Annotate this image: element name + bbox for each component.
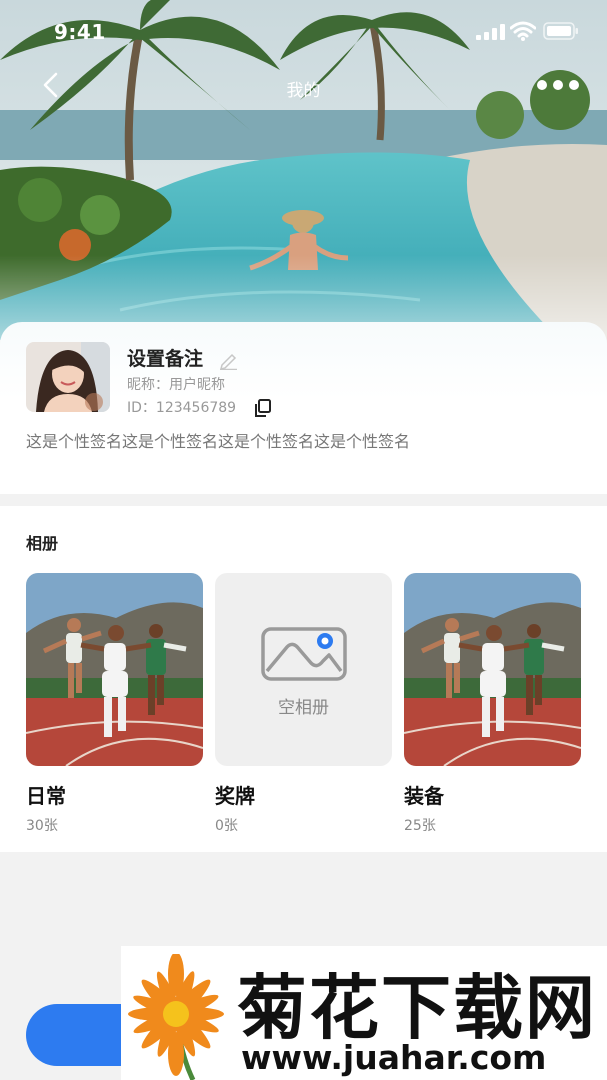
page-title: 我的 — [286, 81, 321, 101]
album-count: 0张 — [215, 818, 238, 834]
flower-logo-icon — [128, 954, 224, 1080]
album-name: 装备 — [404, 784, 444, 808]
nickname-label: 昵称： — [127, 377, 169, 393]
nickname-line: 昵称：用户昵称 — [127, 374, 225, 394]
id-label: ID： — [127, 400, 156, 416]
empty-album-label: 空相册 — [278, 698, 329, 718]
album-cover-image — [26, 573, 203, 766]
album-card-medals[interactable]: 空相册 奖牌 0张 — [215, 573, 392, 835]
empty-album-cover: 空相册 — [215, 573, 392, 766]
user-id-line: ID：123456789 — [127, 397, 273, 417]
wifi-icon — [510, 21, 536, 41]
album-count: 25张 — [404, 818, 436, 834]
watermark-url: www.juahar.com — [241, 1038, 547, 1077]
profile-card: 设置备注 昵称：用户昵称 ID：123456789 这是个性签名这是个性签名这是… — [0, 322, 607, 494]
nickname-value: 用户昵称 — [169, 377, 225, 393]
watermark-overlay: 菊花下载网 www.juahar.com — [121, 946, 607, 1080]
copy-icon[interactable] — [253, 398, 273, 418]
remark-row[interactable]: 设置备注 — [127, 344, 238, 372]
remark-label: 设置备注 — [127, 348, 204, 370]
nav-bar: 我的 — [0, 64, 607, 108]
id-value: 123456789 — [155, 400, 237, 416]
album-card-gear[interactable]: 装备 25张 — [404, 573, 581, 835]
empty-image-icon — [261, 627, 347, 681]
edit-pencil-icon[interactable] — [218, 352, 238, 370]
status-time: 9:41 — [54, 20, 106, 44]
cellular-signal-icon — [476, 24, 505, 40]
more-options-icon[interactable] — [533, 74, 583, 96]
status-bar: 9:41 — [0, 0, 607, 60]
battery-icon — [543, 22, 578, 40]
avatar[interactable] — [26, 342, 110, 412]
album-card-daily[interactable]: 日常 30张 — [26, 573, 203, 835]
albums-title: 相册 — [26, 534, 59, 553]
album-count: 30张 — [26, 818, 58, 834]
album-name: 奖牌 — [215, 784, 255, 808]
signature-text: 这是个性签名这是个性签名这是个性签名这是个性签名 — [26, 432, 411, 451]
albums-section: 相册 日常 30张 空相册 奖牌 0张 装备 25张 — [0, 506, 607, 852]
album-name: 日常 — [26, 784, 66, 808]
album-cover-image — [404, 573, 581, 766]
